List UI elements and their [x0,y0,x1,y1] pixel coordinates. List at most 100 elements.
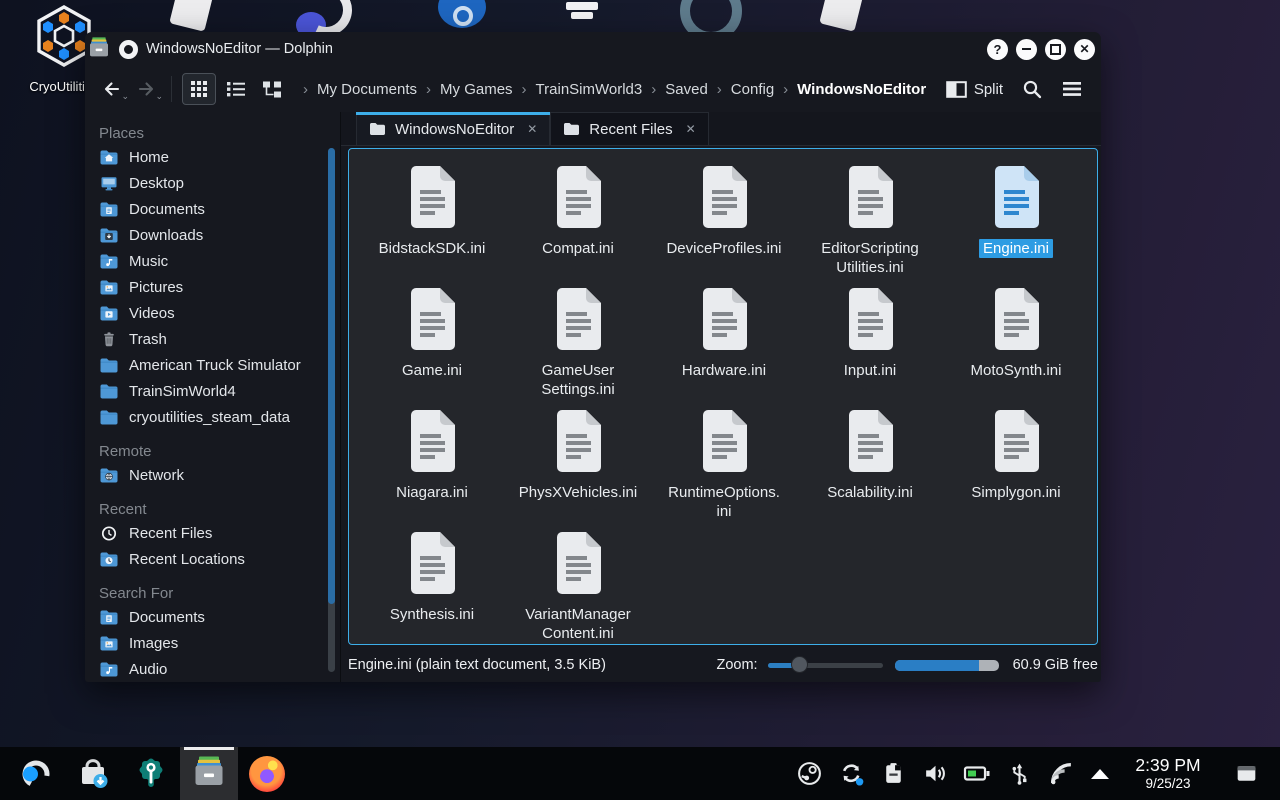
folder-view[interactable]: BidstackSDK.ini Compat.ini DeviceProfile… [348,148,1098,645]
sidebar-item-american-truck-simulator[interactable]: American Truck Simulator [85,352,340,378]
maximize-button[interactable] [1045,39,1066,60]
steam-tray-button[interactable] [788,747,830,800]
sidebar-scrollbar-thumb[interactable] [328,148,335,604]
clock-widget[interactable]: 2:39 PM 9/25/23 [1118,756,1218,791]
breadcrumb-trainsimworld3[interactable]: TrainSimWorld3 [534,81,645,98]
updates-tray-button[interactable] [830,747,872,800]
desktop-icon-partial [438,0,486,28]
icons-view-button[interactable] [182,73,216,105]
sidebar-item-home[interactable]: Home [85,144,340,170]
file-GameUserSettings.ini[interactable]: GameUserSettings.ini [505,287,651,409]
breadcrumb-config[interactable]: Config [729,81,776,98]
file-Niagara.ini[interactable]: Niagara.ini [359,409,505,531]
close-button[interactable]: ✕ [1074,39,1095,60]
file-Engine.ini[interactable]: Engine.ini [943,165,1089,287]
folder-icon [99,409,119,426]
folder-downloads-icon [99,227,119,244]
file-BidstackSDK.ini[interactable]: BidstackSDK.ini [359,165,505,287]
sidebar-item-recent-locations[interactable]: Recent Locations [85,546,340,572]
search-button[interactable] [1015,73,1049,105]
file-Synthesis.ini[interactable]: Synthesis.ini [359,531,505,645]
discover-button[interactable] [64,747,122,800]
tab-close-icon[interactable]: ✕ [527,122,537,136]
breadcrumb-my-documents[interactable]: My Documents [315,81,419,98]
file-VariantManagerContent.ini[interactable]: VariantManagerContent.ini [505,531,651,645]
sidebar-item-label: Downloads [129,227,203,244]
hamburger-icon [1062,80,1082,98]
folder-home-icon [99,149,119,166]
titlebar[interactable]: WindowsNoEditor — Dolphin ?✕ [85,32,1101,66]
compact-view-button[interactable] [220,74,252,104]
file-MotoSynth.ini[interactable]: MotoSynth.ini [943,287,1089,409]
dolphin-app-icon [87,35,111,64]
sidebar-item-label: Videos [129,305,175,322]
minimize-button[interactable] [1016,39,1037,60]
sidebar-item-network[interactable]: Network [85,462,340,488]
usb-tray-button[interactable] [998,747,1040,800]
clipboard-tray-button[interactable] [872,747,914,800]
file-Scalability.ini[interactable]: Scalability.ini [797,409,943,531]
sidebar-item-music[interactable]: Music [85,248,340,274]
network-tray-button[interactable] [1040,747,1082,800]
file-Input.ini[interactable]: Input.ini [797,287,943,409]
sidebar-item-documents[interactable]: Documents [85,604,340,630]
sidebar-item-recent-files[interactable]: Recent Files [85,520,340,546]
forward-button[interactable]: ⌄ [131,73,161,105]
tab-close-icon[interactable]: ✕ [686,122,696,136]
sidebar-item-videos[interactable]: Videos [85,300,340,326]
help-button[interactable]: ? [987,39,1008,60]
folder-icon [99,357,119,374]
sidebar-item-label: Documents [129,201,205,218]
sidebar-item-cryoutilities-steam-data[interactable]: cryoutilities_steam_data [85,404,340,430]
sidebar-item-pictures[interactable]: Pictures [85,274,340,300]
application-launcher-button[interactable] [6,747,64,800]
dolphin-task-button[interactable] [180,747,238,800]
desktop-icon-partial [571,12,593,19]
file-EditorScriptingUtilities.ini[interactable]: EditorScriptingUtilities.ini [797,165,943,287]
file-Compat.ini[interactable]: Compat.ini [505,165,651,287]
zoom-slider-knob[interactable] [791,656,808,673]
file-RuntimeOptions.ini[interactable]: RuntimeOptions.ini [651,409,797,531]
notifications-button[interactable] [1218,760,1274,787]
chevron-down-icon[interactable]: ⌄ [155,91,163,102]
folder-icon [369,122,386,136]
disk-capacity-fill [895,660,979,671]
file-Hardware.ini[interactable]: Hardware.ini [651,287,797,409]
file-Simplygon.ini[interactable]: Simplygon.ini [943,409,1089,531]
breadcrumb-windowsnoeditor[interactable]: WindowsNoEditor [795,81,928,98]
file-name: VariantManagerContent.ini [525,605,631,643]
places-panel: Places HomeDesktop Documents Downloads M… [85,112,340,682]
sidebar-item-desktop[interactable]: Desktop [85,170,340,196]
toolbar-separator [171,76,172,102]
file-name: Synthesis.ini [390,605,474,624]
details-view-button[interactable] [256,74,288,104]
battery-tray-button[interactable] [956,747,998,800]
file-DeviceProfiles.ini[interactable]: DeviceProfiles.ini [651,165,797,287]
file-Game.ini[interactable]: Game.ini [359,287,505,409]
breadcrumb-saved[interactable]: Saved [663,81,710,98]
sidebar-item-audio[interactable]: Audio [85,656,340,682]
sidebar-item-trash[interactable]: Trash [85,326,340,352]
sidebar-item-trainsimworld4[interactable]: TrainSimWorld4 [85,378,340,404]
chevron-down-icon[interactable]: ⌄ [121,91,129,102]
sidebar-item-images[interactable]: Images [85,630,340,656]
split-button[interactable]: Split [940,81,1009,98]
volume-tray-button[interactable] [914,747,956,800]
clock-date: 9/25/23 [1118,776,1218,791]
firefox-button[interactable] [238,747,296,800]
system-settings-button[interactable] [122,747,180,800]
sidebar-section-places: Places [85,122,340,144]
zoom-slider[interactable] [768,656,883,674]
menu-button[interactable] [1055,73,1089,105]
tab-recent-files[interactable]: Recent Files✕ [550,112,708,145]
text-file-icon [696,409,752,478]
breadcrumb-my-games[interactable]: My Games [438,81,515,98]
tab-windowsnoeditor[interactable]: WindowsNoEditor✕ [356,112,550,145]
file-PhysXVehicles.ini[interactable]: PhysXVehicles.ini [505,409,651,531]
sidebar-item-documents[interactable]: Documents [85,196,340,222]
sidebar-item-downloads[interactable]: Downloads [85,222,340,248]
back-button[interactable]: ⌄ [97,73,127,105]
breadcrumb-separator: › [419,81,438,98]
window-menu-icon[interactable] [119,40,138,59]
tray-expander-button[interactable] [1082,769,1118,779]
